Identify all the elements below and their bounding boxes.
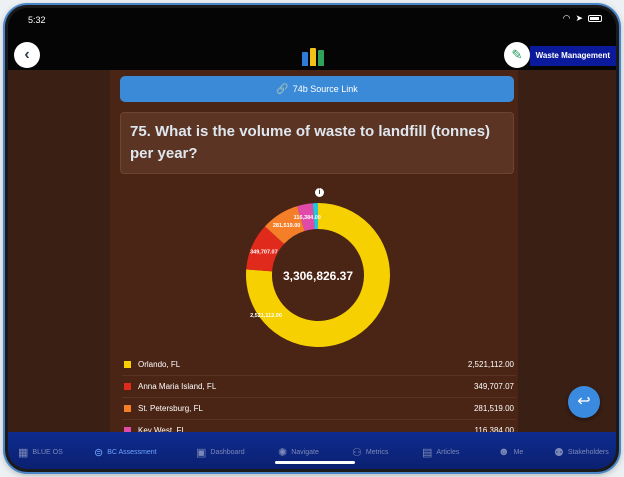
legend-value: 281,519.00 [473,404,514,413]
legend-swatch [124,383,131,390]
return-button[interactable]: ↩ [568,386,600,418]
tab-stakeholders[interactable]: ⚉ Stakeholders [554,444,609,460]
tab-metrics[interactable]: ⚇ Metrics [352,444,388,460]
location-icon: ➤ [575,13,583,23]
chart-legend: Orlando, FL 2,521,112.00 Anna Maria Island… [122,354,516,442]
tab-label: Me [513,448,524,456]
question-card: 🔗 74b Source Link 75. What is the volume … [110,70,518,442]
tab-label: Articles [436,448,460,456]
tab-articles[interactable]: ▤ Articles [422,444,459,460]
section-title-badge: Waste Management [529,46,616,66]
legend-swatch [124,361,131,368]
legend-value: 349,707.07 [473,382,514,391]
tab-dashboard[interactable]: ▣ Dashboard [196,444,245,460]
legend-row: Orlando, FL 2,521,112.00 [122,354,516,376]
articles-icon: ▤ [422,446,433,459]
grid-icon: ▦ [18,446,29,459]
slice-value-label: 281,519.00 [273,223,301,229]
donut-chart: 2,521,112.00 349,707.07 281,519.00 116,384.… [246,203,390,347]
tab-bc-assessment[interactable]: ⊜ BC Assessment [94,444,157,460]
legend-name: Anna Maria Island, FL [138,382,217,391]
home-indicator [275,461,355,464]
tab-navigate[interactable]: ✺ Navigate [278,444,319,460]
slice-value-label: 116,384.00 [294,215,321,221]
profile-icon: ☻ [498,446,510,458]
tab-me[interactable]: ☻ Me [498,444,523,460]
slice-value-label: 2,521,112.00 [250,313,282,319]
tab-blue-os[interactable]: ▦ BLUE OS [18,444,63,460]
legend-row: Anna Maria Island, FL 349,707.07 [122,376,516,398]
pencil-icon: ✎ [511,47,523,62]
stakeholders-icon: ⚉ [554,446,564,459]
legend-value: 2,521,112.00 [467,360,514,369]
edit-button[interactable]: ✎ [504,42,530,68]
tab-label: Stakeholders [567,448,609,456]
tablet-frame: 5:32 ◠ ➤ ‹ ✎ Waste Management 🔗 74b Sour… [5,5,619,472]
metrics-icon: ⚇ [352,446,362,459]
status-icons: ◠ ➤ [563,13,602,24]
donut-total-label: 3,306,826.37 [283,269,353,283]
battery-icon [588,15,602,22]
return-arrow-icon: ↩ [577,393,591,410]
top-nav-bar: ‹ ✎ Waste Management [8,42,616,70]
status-time: 5:32 [28,15,46,25]
app-screen: 5:32 ◠ ➤ ‹ ✎ Waste Management 🔗 74b Sour… [8,8,616,469]
legend-swatch [124,405,131,412]
tab-label: Dashboard [210,448,245,456]
dashboard-icon: ▣ [196,446,207,459]
legend-name: St. Petersburg, FL [138,404,203,413]
legend-row: St. Petersburg, FL 281,519.00 [122,398,516,420]
status-bar: 5:32 ◠ ➤ [8,8,616,42]
tab-label: BLUE OS [32,448,63,456]
slice-value-label: 349,707.07 [250,249,278,255]
tab-label: Navigate [291,448,319,456]
tab-label: Metrics [365,448,389,456]
compass-icon: ✺ [278,446,288,459]
recycling-bins-icon [302,44,328,66]
wifi-icon: ◠ [562,13,571,23]
back-button[interactable]: ‹ [14,42,40,68]
tab-label: BC Assessment [107,448,157,456]
assessment-icon: ⊜ [94,446,104,459]
legend-name: Orlando, FL [138,360,181,369]
chevron-left-icon: ‹ [24,46,30,63]
